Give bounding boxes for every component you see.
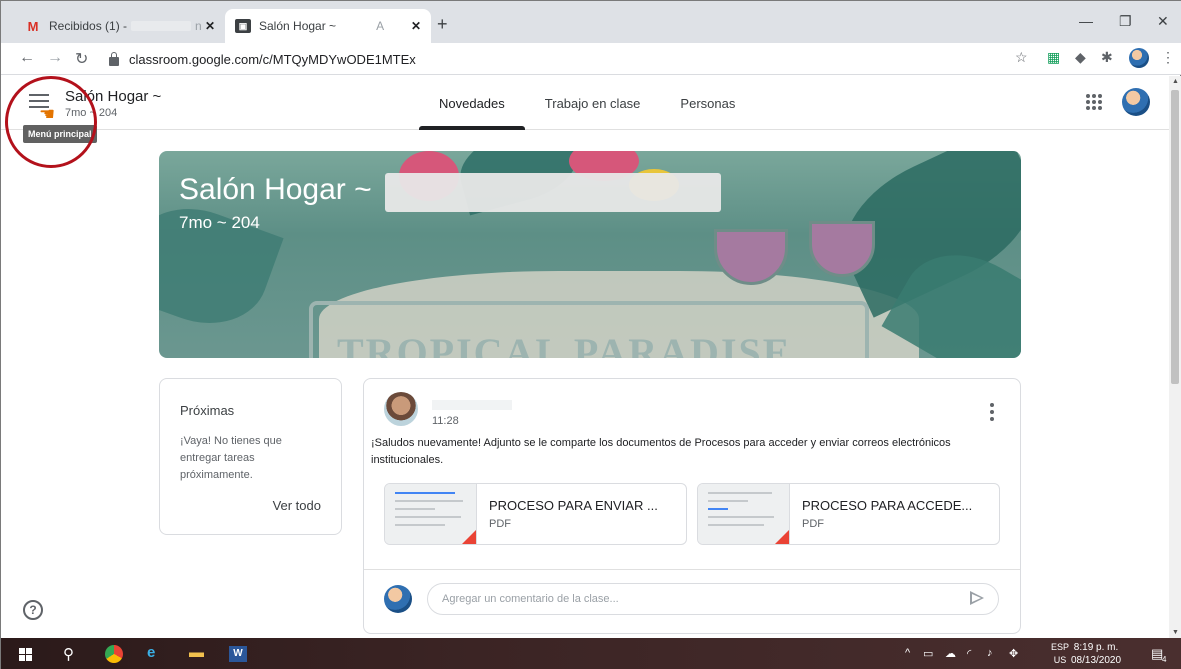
tab-gmail-tail: n xyxy=(195,19,202,33)
upcoming-title: Próximas xyxy=(180,403,235,418)
chrome-menu-icon[interactable]: ⋮ xyxy=(1161,49,1175,66)
restore-icon[interactable]: ❐ xyxy=(1119,13,1132,30)
bookmark-star-icon[interactable]: ☆ xyxy=(1015,49,1028,66)
new-tab-button[interactable]: + xyxy=(437,14,448,35)
windows-taskbar: ⚲ e ▬ W ^ ▭ ☁ ◜ ♪ ✥ ESP US 8:19 p. m. 08… xyxy=(1,638,1181,669)
volume-icon[interactable]: ♪ xyxy=(987,647,993,659)
tab-classroom[interactable]: ▣ Salón Hogar ~ A ✕ xyxy=(225,9,431,43)
author-avatar xyxy=(384,392,418,426)
post-time: 11:28 xyxy=(432,415,459,427)
scroll-down-icon[interactable]: ▼ xyxy=(1172,629,1179,636)
class-comment-input[interactable] xyxy=(427,583,999,615)
chrome-taskbar-icon[interactable] xyxy=(105,645,123,663)
redacted-author-name xyxy=(432,400,512,410)
redacted-text xyxy=(385,173,721,212)
extension-icon[interactable]: ◆ xyxy=(1075,49,1086,66)
highlight-circle xyxy=(5,76,97,168)
help-icon[interactable]: ? xyxy=(23,600,43,620)
tab-novedades[interactable]: Novedades xyxy=(419,76,525,130)
minimize-icon[interactable]: — xyxy=(1079,13,1093,29)
classroom-app: ☚ Salón Hogar ~ 7mo ~ 204 Menú principal… xyxy=(1,76,1169,638)
redacted-text xyxy=(131,21,192,31)
puzzle-extensions-icon[interactable]: ✱ xyxy=(1101,49,1113,66)
scrollbar-thumb[interactable] xyxy=(1171,90,1179,384)
close-tab-icon[interactable]: ✕ xyxy=(411,19,421,33)
wifi-icon[interactable]: ◜ xyxy=(967,647,971,660)
attachment-card[interactable]: PROCESO PARA ACCEDE... PDF xyxy=(697,483,1000,545)
browser-tab-strip: M Recibidos (1) - n ✕ ▣ Salón Hogar ~ A … xyxy=(1,1,1181,43)
attachment-name: PROCESO PARA ENVIAR ... xyxy=(489,498,658,513)
network-icon[interactable]: ▭ xyxy=(923,647,933,660)
attachment-card[interactable]: PROCESO PARA ENVIAR ... PDF xyxy=(384,483,687,545)
tray-chevron-icon[interactable]: ^ xyxy=(905,647,910,659)
classroom-icon: ▣ xyxy=(235,19,251,33)
close-window-icon[interactable]: ✕ xyxy=(1157,13,1169,30)
tab-classroom-title: Salón Hogar ~ xyxy=(259,19,337,33)
word-taskbar-icon[interactable]: W xyxy=(229,646,247,662)
clock-time: 8:19 p. m. xyxy=(1073,642,1119,653)
language-indicator[interactable]: ESP US xyxy=(1051,641,1069,667)
send-icon[interactable] xyxy=(970,591,984,605)
attachment-type: PDF xyxy=(489,518,511,530)
clock-date: 08/13/2020 xyxy=(1071,655,1122,666)
attachment-name: PROCESO PARA ACCEDE... xyxy=(802,498,973,513)
upcoming-card: Próximas ¡Vaya! No tienes que entregar t… xyxy=(159,378,342,535)
class-banner: TROPICAL PARADISE Salón Hogar ~ 7mo ~ 20… xyxy=(159,151,1021,358)
tab-classroom-tail: A xyxy=(376,19,385,33)
sheets-extension-icon[interactable]: ▦ xyxy=(1047,49,1060,66)
tab-personas[interactable]: Personas xyxy=(660,76,755,130)
banner-artwork-text: TROPICAL PARADISE xyxy=(337,330,792,358)
banner-subtitle: 7mo ~ 204 xyxy=(179,213,260,232)
upcoming-empty-text: ¡Vaya! No tienes que entregar tareas pró… xyxy=(180,435,282,481)
reload-icon[interactable]: ↻ xyxy=(75,49,88,69)
class-tabs: Novedades Trabajo en clase Personas xyxy=(419,76,755,130)
account-avatar[interactable] xyxy=(1122,88,1150,116)
language-code: ESP xyxy=(1051,642,1070,652)
dropbox-icon[interactable]: ✥ xyxy=(1009,647,1018,660)
edge-taskbar-icon[interactable]: e xyxy=(147,644,155,661)
divider xyxy=(364,569,1020,570)
system-clock[interactable]: 8:19 p. m. 08/13/2020 xyxy=(1071,641,1121,667)
pdf-corner-icon xyxy=(773,530,789,544)
pdf-thumbnail xyxy=(385,484,477,544)
app-header: ☚ Salón Hogar ~ 7mo ~ 204 Menú principal… xyxy=(1,76,1169,168)
pdf-corner-icon xyxy=(460,530,476,544)
search-icon[interactable]: ⚲ xyxy=(63,645,74,663)
notification-count: 4 xyxy=(1162,655,1167,664)
tab-gmail-title: Recibidos (1) - xyxy=(49,19,128,33)
keyboard-layout: US xyxy=(1053,655,1067,665)
browser-toolbar: ← → ↻ classroom.google.com/c/MTQyMDYwODE… xyxy=(1,43,1181,75)
pdf-thumbnail xyxy=(698,484,790,544)
url-text: classroom.google.com/c/MTQyMDYwODE1MTEx xyxy=(129,51,416,67)
scroll-up-icon[interactable]: ▲ xyxy=(1172,78,1179,85)
page-scrollbar[interactable]: ▲ ▼ xyxy=(1169,76,1181,638)
tab-gmail[interactable]: M Recibidos (1) - n ✕ xyxy=(15,9,225,43)
more-options-icon[interactable] xyxy=(990,403,994,424)
gmail-icon: M xyxy=(27,18,39,34)
address-bar[interactable]: classroom.google.com/c/MTQyMDYwODE1MTEx xyxy=(109,48,1009,70)
onedrive-icon[interactable]: ☁ xyxy=(945,647,956,660)
banner-title: Salón Hogar ~ xyxy=(179,173,372,206)
file-explorer-icon[interactable]: ▬ xyxy=(189,644,204,661)
view-all-link[interactable]: Ver todo xyxy=(273,498,321,513)
lock-icon xyxy=(109,51,119,66)
stream-post: 11:28 ¡Saludos nuevamente! Adjunto se le… xyxy=(363,378,1021,634)
back-icon[interactable]: ← xyxy=(19,49,35,67)
forward-icon[interactable]: → xyxy=(47,49,63,67)
attachment-type: PDF xyxy=(802,518,824,530)
commenter-avatar xyxy=(384,585,412,613)
tab-trabajo-en-clase[interactable]: Trabajo en clase xyxy=(525,76,661,130)
windows-start-icon[interactable] xyxy=(19,648,32,661)
post-body: ¡Saludos nuevamente! Adjunto se le compa… xyxy=(371,437,951,466)
google-apps-icon[interactable] xyxy=(1086,94,1102,110)
profile-avatar-icon[interactable] xyxy=(1129,48,1149,68)
close-tab-icon[interactable]: ✕ xyxy=(205,19,215,33)
